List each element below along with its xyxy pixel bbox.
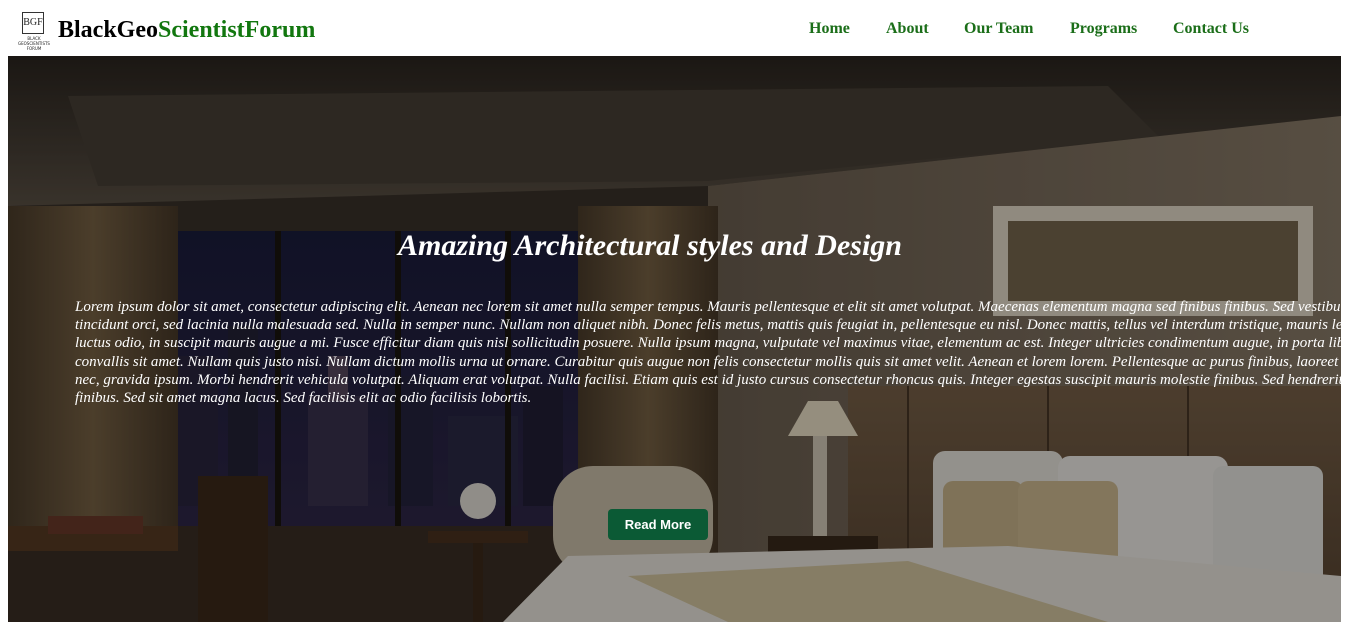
logo-mark: BGF: [22, 12, 44, 34]
nav-home[interactable]: Home: [809, 20, 850, 38]
nav-contact-us[interactable]: Contact Us: [1173, 20, 1249, 38]
nav-programs[interactable]: Programs: [1070, 20, 1137, 38]
site-logo[interactable]: BGF BLACK GEOSCIENTISTS FORUM: [14, 10, 54, 54]
brand-name-part1: BlackGeo: [58, 17, 158, 43]
brand-name[interactable]: BlackGeoScientistForum: [58, 15, 315, 45]
hero-section: Amazing Architectural styles and Design …: [8, 56, 1341, 622]
logo-caption: BLACK GEOSCIENTISTS FORUM: [18, 36, 50, 51]
site-header: BGF BLACK GEOSCIENTISTS FORUM BlackGeoSc…: [0, 0, 1349, 56]
hero-description: Lorem ipsum dolor sit amet, consectetur …: [75, 299, 1341, 407]
read-more-button[interactable]: Read More: [608, 509, 708, 540]
hero-title: Amazing Architectural styles and Design: [398, 229, 902, 262]
brand-name-part2: ScientistForum: [158, 17, 316, 43]
nav-our-team[interactable]: Our Team: [964, 20, 1034, 38]
nav-about[interactable]: About: [886, 20, 929, 38]
